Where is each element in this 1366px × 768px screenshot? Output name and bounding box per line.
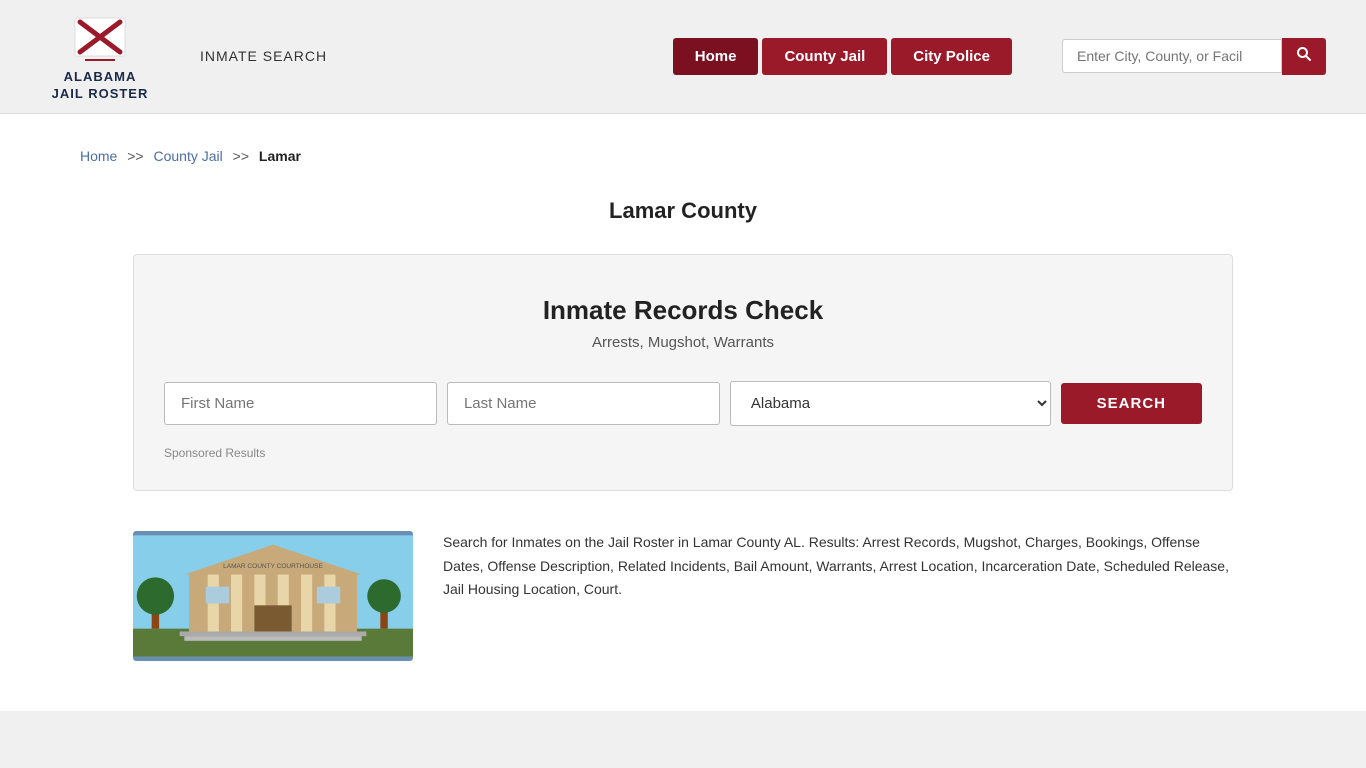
header-search-input[interactable] (1062, 39, 1282, 73)
nav-buttons: Home County Jail City Police (673, 38, 1012, 75)
header: ALABAMA JAIL ROSTER INMATE SEARCH Home C… (0, 0, 1366, 114)
last-name-input[interactable] (447, 382, 720, 425)
inmate-search-link[interactable]: INMATE SEARCH (200, 48, 327, 64)
main-content: Home >> County Jail >> Lamar Lamar Count… (0, 114, 1366, 711)
records-check-box: Inmate Records Check Arrests, Mugshot, W… (133, 254, 1233, 491)
nav-city-police-button[interactable]: City Police (891, 38, 1012, 75)
records-check-subtitle: Arrests, Mugshot, Warrants (164, 334, 1202, 351)
breadcrumb-home[interactable]: Home (80, 148, 117, 164)
logo-icon (70, 10, 130, 65)
bottom-section: LAMAR COUNTY COURTHOUSE Search for Inmat… (133, 521, 1233, 671)
logo-text: ALABAMA JAIL ROSTER (52, 69, 149, 103)
breadcrumb: Home >> County Jail >> Lamar (40, 134, 1326, 178)
page-title: Lamar County (40, 198, 1326, 224)
inmate-search-form: AlabamaAlaskaArizonaArkansasCaliforniaCo… (164, 381, 1202, 426)
first-name-input[interactable] (164, 382, 437, 425)
state-select[interactable]: AlabamaAlaskaArizonaArkansasCaliforniaCo… (730, 381, 1051, 426)
logo: ALABAMA JAIL ROSTER (40, 10, 160, 103)
nav-county-jail-button[interactable]: County Jail (762, 38, 887, 75)
breadcrumb-current: Lamar (259, 148, 301, 164)
courthouse-svg: LAMAR COUNTY COURTHOUSE (133, 531, 413, 661)
header-search (1062, 38, 1326, 75)
search-icon (1296, 46, 1312, 62)
description-text: Search for Inmates on the Jail Roster in… (443, 531, 1233, 661)
nav-home-button[interactable]: Home (673, 38, 759, 75)
breadcrumb-county-jail[interactable]: County Jail (154, 148, 223, 164)
svg-text:LAMAR COUNTY COURTHOUSE: LAMAR COUNTY COURTHOUSE (223, 563, 323, 570)
breadcrumb-sep2: >> (233, 148, 249, 164)
breadcrumb-sep1: >> (127, 148, 143, 164)
courthouse-image: LAMAR COUNTY COURTHOUSE (133, 531, 413, 661)
search-button[interactable]: SEARCH (1061, 383, 1202, 424)
records-check-heading: Inmate Records Check (164, 295, 1202, 326)
header-search-button[interactable] (1282, 38, 1326, 75)
sponsored-label: Sponsored Results (164, 446, 1202, 460)
